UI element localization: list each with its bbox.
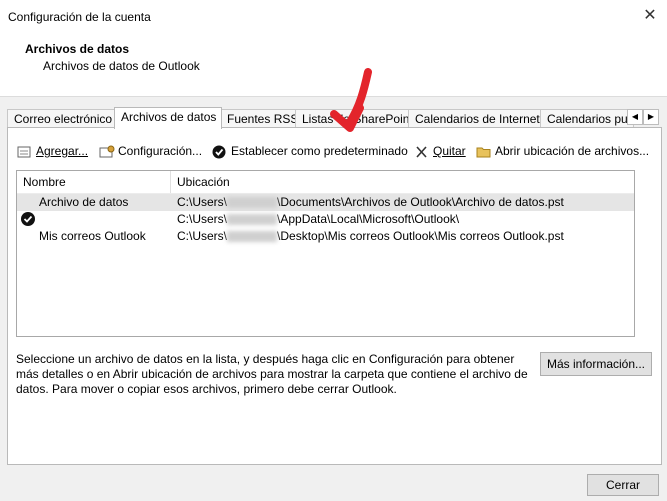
open-location-label: Abrir ubicación de archivos... [495,144,650,158]
tab-calendarios-publicados[interactable]: Calendarios pul [540,109,634,128]
remove-label: Quitar [433,144,466,158]
annotation-arrow-icon [330,68,372,132]
add-label: Agregar... [36,144,89,158]
data-files-list: Nombre Ubicación Archivo de datos C:\Use… [16,170,635,337]
page-title: Archivos de datos [25,42,130,56]
tab-calendarios-internet[interactable]: Calendarios de Internet [408,109,542,128]
redacted-username [227,197,278,209]
tab-scroll: ◀ ▶ [627,109,659,125]
redacted-username [227,231,278,243]
more-info-button[interactable]: Más información... [540,352,652,376]
scroll-left-icon[interactable]: ◀ [627,109,643,125]
checkmark-icon [212,145,228,159]
tab-archivos-de-datos[interactable]: Archivos de datos [114,107,222,129]
row-location: C:\Users\ \Desktop\Mis correos Outlook\Mi… [177,229,564,243]
page-subtitle: Archivos de datos de Outlook [43,59,200,73]
add-icon [17,145,33,159]
row-location: C:\Users\ \AppData\Local\Microsoft\Outloo… [177,212,460,226]
row-name: Archivo de datos [39,195,129,209]
list-item[interactable]: Archivo de datos C:\Users\ \Documents\Arc… [17,194,634,211]
settings-icon [99,145,115,159]
column-header-ubicacion[interactable]: Ubicación [177,173,230,191]
window-title: Configuración de la cuenta [8,10,151,24]
set-default-label: Establecer como predeterminado [231,144,408,158]
add-button[interactable]: Agregar... [17,143,88,159]
list-item[interactable]: Mis correos Outlook C:\Users\ \Desktop\Mi… [17,228,634,245]
settings-button[interactable]: Configuración... [99,143,202,159]
folder-icon [476,145,492,159]
settings-label: Configuración... [118,144,203,158]
column-header-nombre[interactable]: Nombre [23,173,66,191]
scroll-right-icon[interactable]: ▶ [643,109,659,125]
open-location-button[interactable]: Abrir ubicación de archivos... [476,143,649,159]
footer [0,465,667,501]
redacted-username [227,214,278,226]
remove-button[interactable]: Quitar [414,143,466,159]
set-default-button[interactable]: Establecer como predeterminado [212,143,408,159]
default-checkmark-icon [21,212,35,226]
tab-correo-electronico[interactable]: Correo electrónico [7,109,117,128]
remove-x-icon [414,145,430,159]
tab-fuentes-rss[interactable]: Fuentes RSS [220,109,298,128]
row-name: Mis correos Outlook [39,229,146,243]
close-button[interactable]: Cerrar [587,474,659,496]
column-divider[interactable] [170,171,171,193]
close-icon[interactable]: ✕ [640,6,660,26]
list-item[interactable]: C:\Users\ \AppData\Local\Microsoft\Outloo… [17,211,634,228]
row-location: C:\Users\ \Documents\Archivos de Outlook\… [177,195,564,209]
help-text: Seleccione un archivo de datos en la lis… [16,352,528,396]
